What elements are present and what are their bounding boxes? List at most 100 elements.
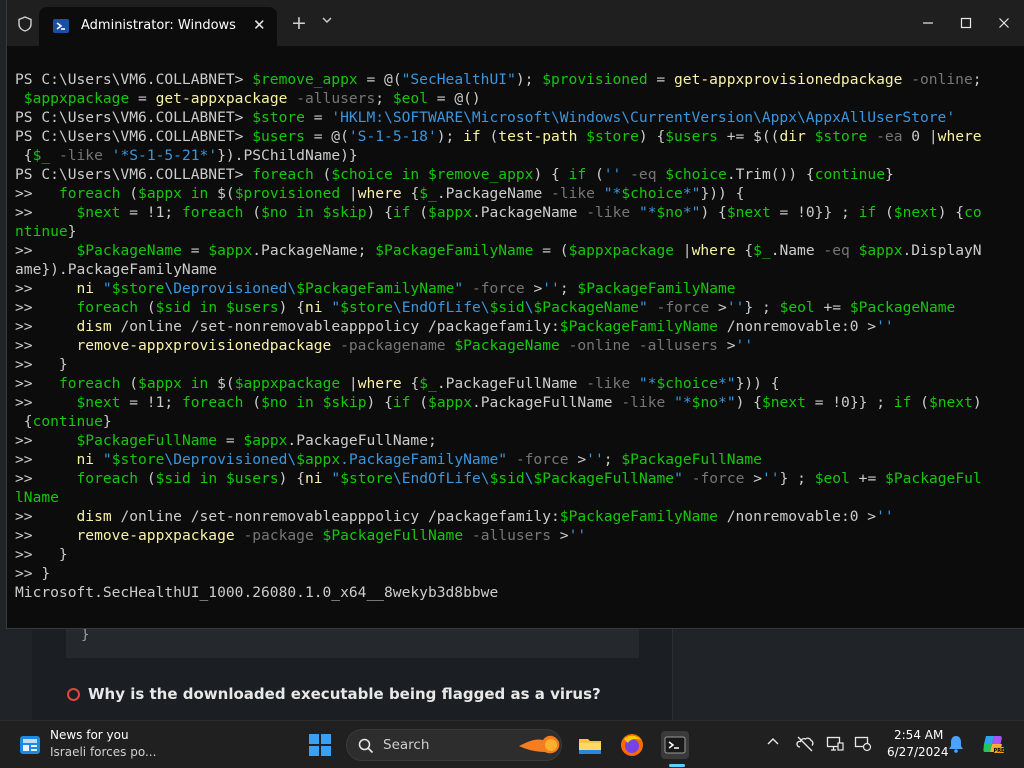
title-bar[interactable]: Administrator: Windows PowerShell ✕ + [7, 0, 1024, 46]
terminal-token: \EndOfLife\ [392, 299, 490, 316]
terminal-window: Administrator: Windows PowerShell ✕ + PS… [7, 0, 1024, 628]
terminal-token: $PackageFamilyName [559, 508, 718, 525]
terminal-line: >> dism /online /set-nonremovableapppoli… [15, 317, 982, 336]
terminal-token: >> [15, 432, 77, 449]
terminal-token: = @() [428, 90, 481, 107]
taskbar-search[interactable]: Search [346, 729, 562, 761]
terminal-token: $PackageFul [885, 470, 982, 487]
terminal-app-icon[interactable] [661, 731, 689, 759]
terminal-token: where [937, 128, 982, 145]
clock-time[interactable]: 2:54 AM [894, 728, 943, 742]
terminal-token: 0 | [902, 128, 938, 145]
terminal-token: $PackageFamilyName [559, 318, 718, 335]
taskbar: News for you Israeli forces po... Search [0, 720, 1024, 768]
terminal-token: } [67, 223, 77, 240]
terminal-token: }).PSChildName)} [217, 147, 358, 164]
minimize-button[interactable] [908, 10, 948, 36]
windows-start-icon[interactable] [309, 734, 331, 756]
terminal-token: ame}).PackageFamilyName [15, 261, 218, 278]
terminal-line: PS C:\Users\VM6.COLLABNET> $store = 'HKL… [15, 108, 982, 127]
terminal-token: '' [586, 451, 604, 468]
terminal-token: -allusers [287, 90, 376, 107]
terminal-token: -like [50, 147, 103, 164]
terminal-token: $no [261, 394, 288, 411]
maximize-button[interactable] [946, 10, 986, 36]
terminal-token: "SecHealthUI" [401, 71, 516, 88]
terminal-token: .PackageFamilyName" [340, 451, 508, 468]
terminal-line: >> } [15, 355, 982, 374]
faq-question[interactable]: Why is the downloaded executable being f… [67, 685, 601, 703]
close-tab-icon[interactable]: ✕ [253, 16, 266, 34]
terminal-token: $choice [331, 166, 393, 183]
close-button[interactable] [984, 10, 1024, 36]
terminal-token: >> [15, 375, 59, 392]
terminal-token: if [392, 394, 411, 411]
terminal-token: { [401, 375, 420, 392]
terminal-line: >> dism /online /set-nonremovableapppoli… [15, 507, 982, 526]
terminal-token: ( [480, 128, 499, 145]
notification-bell-icon[interactable] [948, 735, 964, 753]
terminal-token: $PackageName [849, 299, 956, 316]
terminal-token: $( [208, 185, 235, 202]
terminal-token: $appxpackage [568, 242, 675, 259]
terminal-token: { [15, 147, 33, 164]
terminal-token: remove-appxpackage [76, 527, 235, 544]
terminal-line: >> remove-appxpackage -package $PackageF… [15, 526, 982, 545]
terminal-token: > [568, 451, 587, 468]
terminal-token: $_ [753, 242, 771, 259]
terminal-token: ni [305, 299, 323, 316]
terminal-token: >> [15, 185, 59, 202]
clock-date[interactable]: 6/27/2024 [887, 745, 949, 759]
terminal-token: $store [252, 109, 305, 126]
chevron-down-icon[interactable] [321, 14, 333, 26]
terminal-token: ) { [533, 166, 569, 183]
display-icon[interactable] [826, 735, 844, 753]
terminal-token: PS C:\Users\VM6.COLLABNET> [15, 128, 253, 145]
terminal-token: $appx [428, 394, 472, 411]
terminal-token: foreach [76, 470, 139, 487]
terminal-token: = !0}} ; [805, 394, 894, 411]
chevron-up-icon[interactable] [766, 735, 780, 749]
terminal-token: .PackageFullName; [287, 432, 437, 449]
copilot-icon[interactable]: PRE [981, 732, 1005, 756]
terminal-token: PS C:\Users\VM6.COLLABNET> [15, 71, 253, 88]
firefox-icon[interactable] [618, 731, 646, 759]
terminal-token: -force [463, 280, 525, 297]
terminal-token: foreach [76, 299, 139, 316]
terminal-token: ( [120, 375, 139, 392]
terminal-token: " [638, 299, 648, 316]
terminal-token: = !1; [120, 204, 182, 221]
terminal-token: $PackageFullName [322, 527, 464, 544]
terminal-line: Microsoft.SecHealthUI_1000.26080.1.0_x64… [15, 583, 982, 602]
terminal-line: >> $PackageName = $appx.PackageName; $Pa… [15, 241, 982, 260]
file-explorer-icon[interactable] [576, 731, 604, 759]
accessibility-icon[interactable] [854, 735, 872, 753]
terminal-token: \ [524, 299, 534, 316]
terminal-token: $PackageFamilyName [577, 280, 736, 297]
terminal-line: >> ni "$store\Deprovisioned\$PackageFami… [15, 279, 982, 298]
terminal-token: ) { [638, 128, 666, 145]
tab-powershell[interactable]: Administrator: Windows PowerShell ✕ [39, 7, 277, 46]
terminal-token: .Name [770, 242, 815, 259]
terminal-token: $choice [656, 375, 719, 392]
terminal-output[interactable]: PS C:\Users\VM6.COLLABNET> $remove_appx … [15, 70, 982, 602]
terminal-token: -eq [621, 166, 657, 183]
terminal-token: >> [15, 470, 77, 487]
terminal-token: $PackageFullName [621, 451, 762, 468]
new-tab-button[interactable]: + [291, 12, 307, 34]
terminal-token: ( [876, 204, 894, 221]
terminal-token: $PackageFullName [76, 432, 218, 449]
terminal-token: ) { [366, 204, 393, 221]
terminal-token: $choice [621, 185, 683, 202]
terminal-token: dir [779, 128, 806, 145]
code-brace: } [81, 627, 90, 643]
network-icon[interactable] [796, 735, 814, 753]
terminal-token: /nonremovable:0 > [717, 508, 877, 525]
